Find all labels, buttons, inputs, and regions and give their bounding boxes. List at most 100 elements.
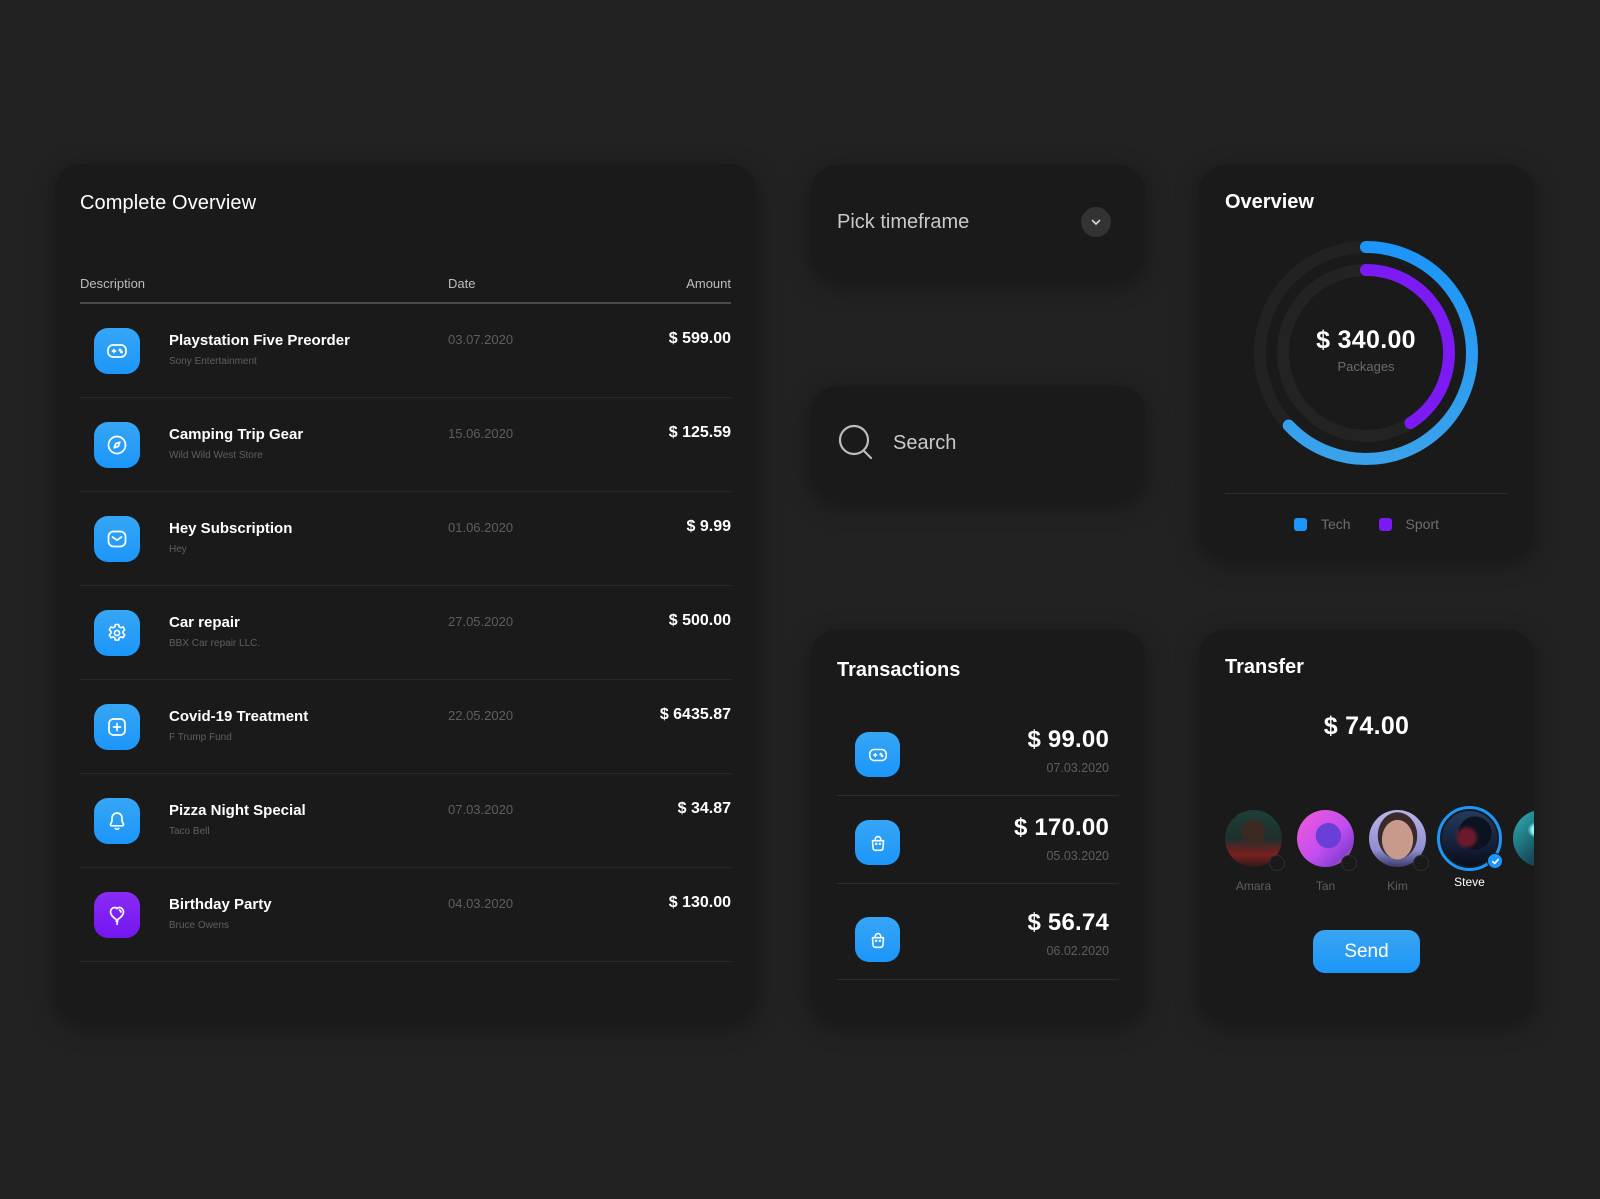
compass-icon — [94, 422, 140, 468]
legend-swatch-sport — [1378, 517, 1392, 531]
complete-overview-title: Complete Overview — [80, 192, 257, 214]
avatar[interactable] — [1437, 806, 1503, 871]
row-amount: $ 599.00 — [668, 330, 731, 347]
table-row[interactable]: Playstation Five Preorder Sony Entertain… — [80, 304, 731, 398]
column-header-description[interactable]: Description — [80, 276, 145, 291]
send-button[interactable]: Send — [1313, 930, 1420, 973]
overview-chart-card: Overview $ 340.00 Packages Tech Sport — [1199, 165, 1534, 557]
row-date: 15.06.2020 — [448, 426, 514, 441]
search-card — [811, 386, 1145, 500]
contact-tan[interactable]: Tan — [1297, 810, 1357, 910]
search-input[interactable] — [893, 426, 1113, 460]
transactions-card: Transactions $ 99.00 07.03.2020 $ 170.00… — [811, 630, 1145, 1021]
row-title: Covid-19 Treatment — [169, 708, 309, 725]
search-icon — [838, 424, 874, 462]
contact-name: Tan — [1315, 879, 1336, 893]
row-date: 27.05.2020 — [448, 614, 514, 629]
unselected-indicator — [1269, 855, 1285, 871]
gear-icon — [94, 610, 140, 656]
row-amount: $ 125.59 — [668, 424, 731, 441]
avatar[interactable] — [1369, 810, 1429, 871]
row-amount: $ 34.87 — [677, 800, 731, 817]
donut-center: $ 340.00 Packages — [1250, 237, 1482, 469]
table-header: Description Date Amount — [80, 274, 731, 304]
bell-icon — [94, 798, 140, 844]
transfer-amount[interactable]: $ 74.00 — [1199, 712, 1534, 741]
row-date: 04.03.2020 — [448, 896, 514, 911]
column-header-date[interactable]: Date — [448, 276, 475, 291]
row-merchant: Sony Entertainment — [169, 356, 257, 367]
gamepad-icon — [855, 732, 900, 777]
table-row[interactable]: Hey Subscription Hey 01.06.2020 $ 9.99 — [80, 492, 731, 586]
transfer-title: Transfer — [1225, 656, 1304, 678]
table-row[interactable]: Car repair BBX Car repair LLC. 27.05.202… — [80, 586, 731, 680]
contact-carousel[interactable]: Amara Tan Kim Steve — [1225, 806, 1534, 910]
table-row[interactable]: Covid-19 Treatment F Trump Fund 22.05.20… — [80, 680, 731, 774]
legend-item-sport[interactable]: Sport — [1378, 516, 1440, 532]
row-merchant: F Trump Fund — [169, 732, 232, 743]
transaction-amount: $ 56.74 — [1027, 909, 1109, 936]
unselected-indicator — [1413, 855, 1429, 871]
table-row[interactable]: Birthday Party Bruce Owens 04.03.2020 $ … — [80, 868, 731, 962]
legend-item-tech[interactable]: Tech — [1293, 516, 1351, 532]
legend-label-sport: Sport — [1405, 516, 1440, 532]
timeframe-label: Pick timeframe — [837, 211, 970, 233]
table-row[interactable]: Camping Trip Gear Wild Wild West Store 1… — [80, 398, 731, 492]
contact-name: M — [1513, 879, 1534, 893]
divider — [1225, 493, 1508, 494]
avatar[interactable] — [1225, 810, 1285, 871]
row-title: Car repair — [169, 614, 240, 631]
row-merchant: BBX Car repair LLC. — [169, 638, 261, 649]
overview-table-body: Playstation Five Preorder Sony Entertain… — [80, 304, 731, 962]
table-row[interactable]: Pizza Night Special Taco Bell 07.03.2020… — [80, 774, 731, 868]
transfer-card: Transfer $ 74.00 Amara Tan Kim Steve Sen… — [1199, 630, 1534, 1021]
complete-overview-card: Complete Overview Description Date Amoun… — [55, 164, 756, 1021]
transaction-date: 06.02.2020 — [1046, 944, 1109, 958]
transactions-title: Transactions — [837, 659, 961, 681]
chart-legend: Tech Sport — [1199, 516, 1534, 532]
transaction-amount: $ 170.00 — [1013, 814, 1109, 841]
medical-plus-icon — [94, 704, 140, 750]
transaction-amount: $ 99.00 — [1027, 726, 1109, 753]
row-title: Birthday Party — [169, 896, 272, 913]
donut-center-value: $ 340.00 — [1316, 326, 1416, 354]
row-title: Camping Trip Gear — [169, 426, 304, 443]
timeframe-dropdown[interactable]: Pick timeframe — [811, 165, 1145, 279]
row-date: 07.03.2020 — [448, 802, 514, 817]
row-merchant: Hey — [169, 544, 187, 555]
transaction-item[interactable]: $ 56.74 06.02.2020 — [837, 884, 1119, 980]
row-amount: $ 500.00 — [668, 612, 731, 629]
gamepad-icon — [94, 328, 140, 374]
column-header-amount[interactable]: Amount — [686, 276, 731, 291]
contact-name: Amara — [1235, 879, 1272, 893]
contact-amara[interactable]: Amara — [1225, 810, 1285, 910]
row-merchant: Wild Wild West Store — [169, 450, 263, 461]
contact-steve[interactable]: Steve — [1437, 806, 1503, 910]
row-title: Pizza Night Special — [169, 802, 306, 819]
transaction-item[interactable]: $ 99.00 07.03.2020 — [837, 708, 1119, 796]
mail-icon — [94, 516, 140, 562]
row-title: Playstation Five Preorder — [169, 332, 350, 349]
check-icon — [1487, 853, 1503, 869]
donut-center-label: Packages — [1337, 359, 1395, 374]
contact-name: Steve — [1454, 875, 1485, 889]
unselected-indicator — [1341, 855, 1357, 871]
avatar[interactable] — [1297, 810, 1357, 871]
contact-m[interactable]: M — [1513, 810, 1534, 910]
legend-swatch-tech — [1293, 517, 1307, 531]
row-merchant: Taco Bell — [169, 826, 210, 837]
legend-label-tech: Tech — [1320, 516, 1351, 532]
row-amount: $ 9.99 — [686, 518, 731, 535]
row-merchant: Bruce Owens — [169, 920, 230, 931]
overview-title: Overview — [1225, 191, 1314, 213]
contact-kim[interactable]: Kim — [1369, 810, 1429, 910]
shopping-bag-icon — [855, 820, 900, 865]
transaction-item[interactable]: $ 170.00 05.03.2020 — [837, 796, 1119, 884]
transaction-date: 05.03.2020 — [1046, 849, 1109, 863]
balloon-icon — [94, 892, 140, 938]
transactions-list: $ 99.00 07.03.2020 $ 170.00 05.03.2020 $… — [837, 708, 1119, 980]
chevron-down-icon[interactable] — [1081, 207, 1111, 237]
avatar[interactable] — [1513, 810, 1534, 867]
row-date: 01.06.2020 — [448, 520, 514, 535]
contact-name: Kim — [1387, 879, 1408, 893]
